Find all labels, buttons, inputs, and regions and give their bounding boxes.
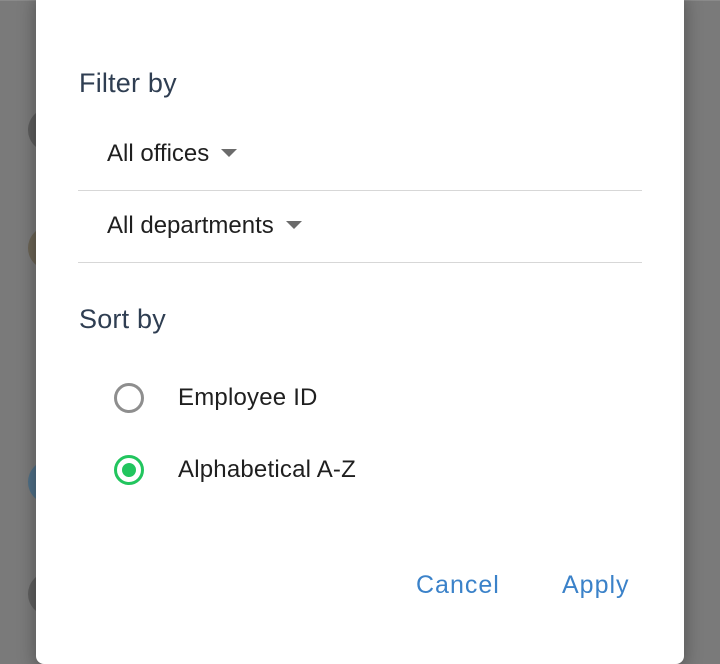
filter-sort-dialog: Filter by All offices All departments So… — [36, 0, 684, 664]
sort-option-employee-id[interactable]: Employee ID — [112, 372, 632, 428]
apply-button[interactable]: Apply — [554, 560, 638, 610]
sort-option-alphabetical[interactable]: Alphabetical A-Z — [112, 444, 632, 500]
sort-option-label: Alphabetical A-Z — [178, 456, 356, 483]
sort-option-label: Employee ID — [178, 384, 318, 411]
caret-down-icon — [221, 148, 238, 157]
cancel-button[interactable]: Cancel — [408, 560, 508, 610]
department-filter-dropdown[interactable]: All departments — [78, 190, 642, 263]
filter-section-title: Filter by — [79, 68, 177, 98]
caret-down-icon — [285, 220, 302, 229]
sort-section-title: Sort by — [79, 304, 166, 334]
office-filter-value: All offices — [107, 140, 210, 167]
department-filter-value-wrap: All departments — [107, 190, 302, 262]
department-filter-value: All departments — [107, 212, 274, 239]
radio-unchecked-icon[interactable] — [114, 383, 144, 413]
office-filter-value-wrap: All offices — [107, 118, 238, 190]
radio-checked-icon[interactable] — [114, 455, 144, 485]
office-filter-dropdown[interactable]: All offices — [78, 118, 642, 191]
